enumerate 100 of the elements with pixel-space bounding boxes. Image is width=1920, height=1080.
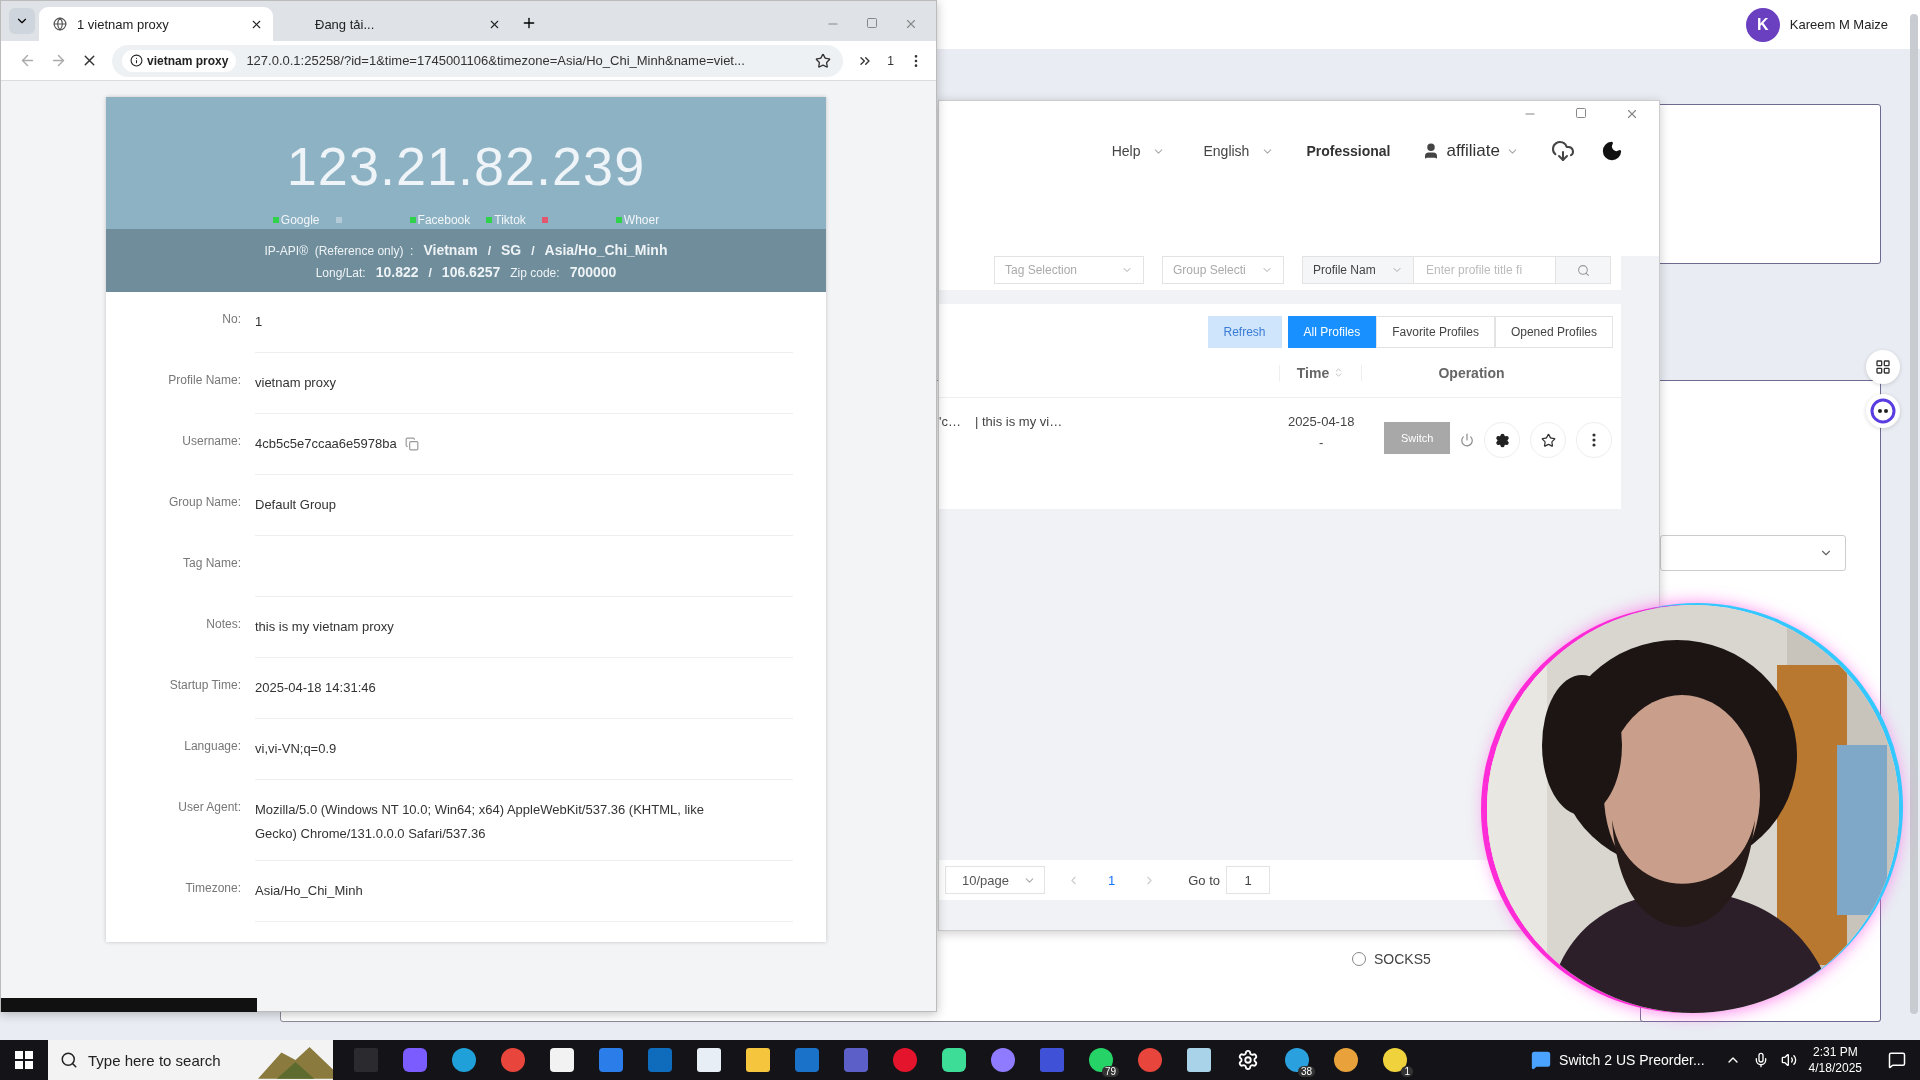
- check-label: Google: [280, 213, 320, 227]
- goto-label: Go to: [1188, 872, 1221, 888]
- search-field[interactable]: Type here to search: [48, 1040, 333, 1080]
- field-label: Tag Name:: [181, 555, 241, 572]
- geo-value: 10.822: [375, 263, 419, 280]
- tab-list-button[interactable]: [9, 8, 35, 34]
- page-number[interactable]: 1: [1102, 871, 1122, 889]
- count-badge: 38: [1297, 1066, 1315, 1077]
- plan-label: Professional: [1306, 143, 1391, 159]
- field-value: Asia/Ho_Chi_Minh: [255, 882, 363, 900]
- table-cell: | this is my vi…: [975, 414, 1063, 429]
- field-label: Language:: [183, 738, 241, 755]
- search-field[interactable]: Enter profile title fi: [1414, 256, 1556, 284]
- view-tab[interactable]: Favorite Profiles: [1376, 316, 1495, 348]
- field-value: 2025-04-18 14:31:46: [255, 679, 376, 697]
- browser-tab[interactable]: 1 vietnam proxy: [39, 7, 273, 41]
- field-label: Startup Time:: [168, 677, 241, 694]
- site-info-chip[interactable]: vietnam proxy: [122, 49, 237, 72]
- check-label: Whoer: [623, 213, 660, 227]
- goto-field[interactable]: 1: [1226, 866, 1271, 894]
- gear-icon: [1494, 432, 1510, 448]
- extension-count: 1: [887, 53, 894, 68]
- count-badge: 79: [1101, 1066, 1119, 1077]
- geo-label: Zip code:: [510, 265, 560, 280]
- view-tab[interactable]: Opened Profiles: [1494, 316, 1613, 348]
- user-name: Kareem M Maize: [1789, 17, 1888, 32]
- user-avatar[interactable]: K: [1745, 7, 1780, 42]
- separator: /: [487, 243, 491, 258]
- app-icon[interactable]: [990, 1048, 1015, 1072]
- app-icon[interactable]: [1382, 1048, 1407, 1072]
- app-icon[interactable]: [451, 1048, 476, 1072]
- search-icon: [1576, 263, 1590, 277]
- app-icon[interactable]: [745, 1048, 770, 1072]
- news-icon[interactable]: [1531, 1050, 1552, 1070]
- count-badge: 1: [1401, 1066, 1413, 1077]
- check-label: Facebook: [417, 213, 471, 227]
- account-dropdown[interactable]: affiliate: [1416, 140, 1525, 162]
- field-label: Timezone:: [184, 880, 241, 897]
- geo-label: Long/Lat:: [315, 265, 366, 280]
- favorite-button[interactable]: [1530, 422, 1567, 458]
- ip-address: 123.21.82.239: [286, 135, 646, 197]
- app-icon[interactable]: [1186, 1048, 1211, 1072]
- settings-button[interactable]: [1484, 422, 1521, 458]
- table-cell: 2025-04-18: [1287, 414, 1355, 429]
- field-value: this is my vietnam proxy: [255, 618, 394, 636]
- notifications-icon[interactable]: [1888, 1051, 1906, 1069]
- field-value: 4cb5c5e7ccaa6e5978ba: [255, 435, 397, 453]
- robot-face-icon: [1870, 398, 1896, 424]
- scrollbar[interactable]: [1910, 14, 1918, 1014]
- table-cell: 'c…: [939, 414, 961, 429]
- gear-icon[interactable]: [1236, 1049, 1259, 1071]
- check-label: Tiktok: [494, 213, 526, 227]
- address-bar[interactable]: vietnam proxy 127.0.0.1:25258/?id=1&time=1745001106&timezone=Asia/Ho_Chi_Minh&name=viet...: [112, 44, 844, 77]
- select-field[interactable]: [1660, 535, 1846, 571]
- field-value: vi,vi-VN;q=0.9: [255, 740, 337, 758]
- news-headline[interactable]: Switch 2 US Preorder...: [1559, 1052, 1705, 1068]
- separator: /: [428, 265, 432, 280]
- app-icon[interactable]: [941, 1048, 966, 1072]
- geo-value: 700000: [569, 263, 617, 280]
- table-cell: -: [1319, 435, 1324, 450]
- moon-icon[interactable]: [1601, 140, 1623, 162]
- geo-value: 106.6257: [441, 263, 501, 280]
- copy-icon[interactable]: [404, 437, 419, 451]
- url-text: 127.0.0.1:25258/?id=1&time=1745001106&timezone=Asia/Ho_Chi_Minh&name=viet...: [246, 53, 746, 68]
- star-icon[interactable]: [815, 52, 832, 69]
- browser-tab[interactable]: Đang tải...: [277, 7, 511, 41]
- column-header: Operation: [1361, 364, 1581, 381]
- cloud-download-icon[interactable]: [1551, 139, 1575, 163]
- app-icon[interactable]: [549, 1048, 574, 1072]
- field-select[interactable]: Profile Nam: [1302, 256, 1414, 284]
- field-label: No:: [221, 311, 241, 328]
- speaker-icon[interactable]: [1780, 1052, 1797, 1068]
- star-icon: [1540, 432, 1556, 448]
- radio-label: SOCKS5: [1374, 951, 1431, 967]
- field-value: vietnam proxy: [255, 374, 336, 392]
- menu-dropdown[interactable]: English: [1197, 142, 1281, 160]
- field-value: 1: [255, 313, 263, 331]
- geo-label: IP-API® (Reference only) :: [264, 243, 414, 258]
- globe-icon: [53, 17, 67, 31]
- info-icon: [130, 54, 143, 67]
- plus-icon: [521, 15, 537, 31]
- search-icon: [60, 1051, 78, 1069]
- column-header[interactable]: Time: [1279, 364, 1361, 381]
- field-label: Notes:: [205, 616, 241, 633]
- power-icon[interactable]: [1460, 433, 1475, 447]
- taskbar-clock[interactable]: 2:31 PM 4/18/2025: [1808, 1044, 1862, 1076]
- geo-value: Vietnam: [423, 241, 478, 258]
- menu-dropdown[interactable]: Help: [1105, 142, 1172, 160]
- page-size-select[interactable]: 10/page: [945, 866, 1045, 894]
- grid-button[interactable]: [1866, 350, 1900, 384]
- field-label: User Agent:: [177, 799, 241, 816]
- maximize-icon[interactable]: [1575, 107, 1587, 119]
- maximize-icon[interactable]: [866, 17, 878, 29]
- geo-value: SG: [501, 241, 522, 258]
- app-icon[interactable]: [1333, 1048, 1358, 1072]
- app-icon[interactable]: [696, 1048, 721, 1072]
- windows-icon: [15, 1051, 33, 1069]
- field-value: Mozilla/5.0 (Windows NT 10.0; Win64; x64) AppleWebKit/537.36 (KHTML, like Gecko) Chrome/131.0.0.0 Safari/537.36: [255, 801, 705, 843]
- field-label: Profile Name:: [167, 372, 241, 389]
- bot-button[interactable]: [1866, 394, 1900, 428]
